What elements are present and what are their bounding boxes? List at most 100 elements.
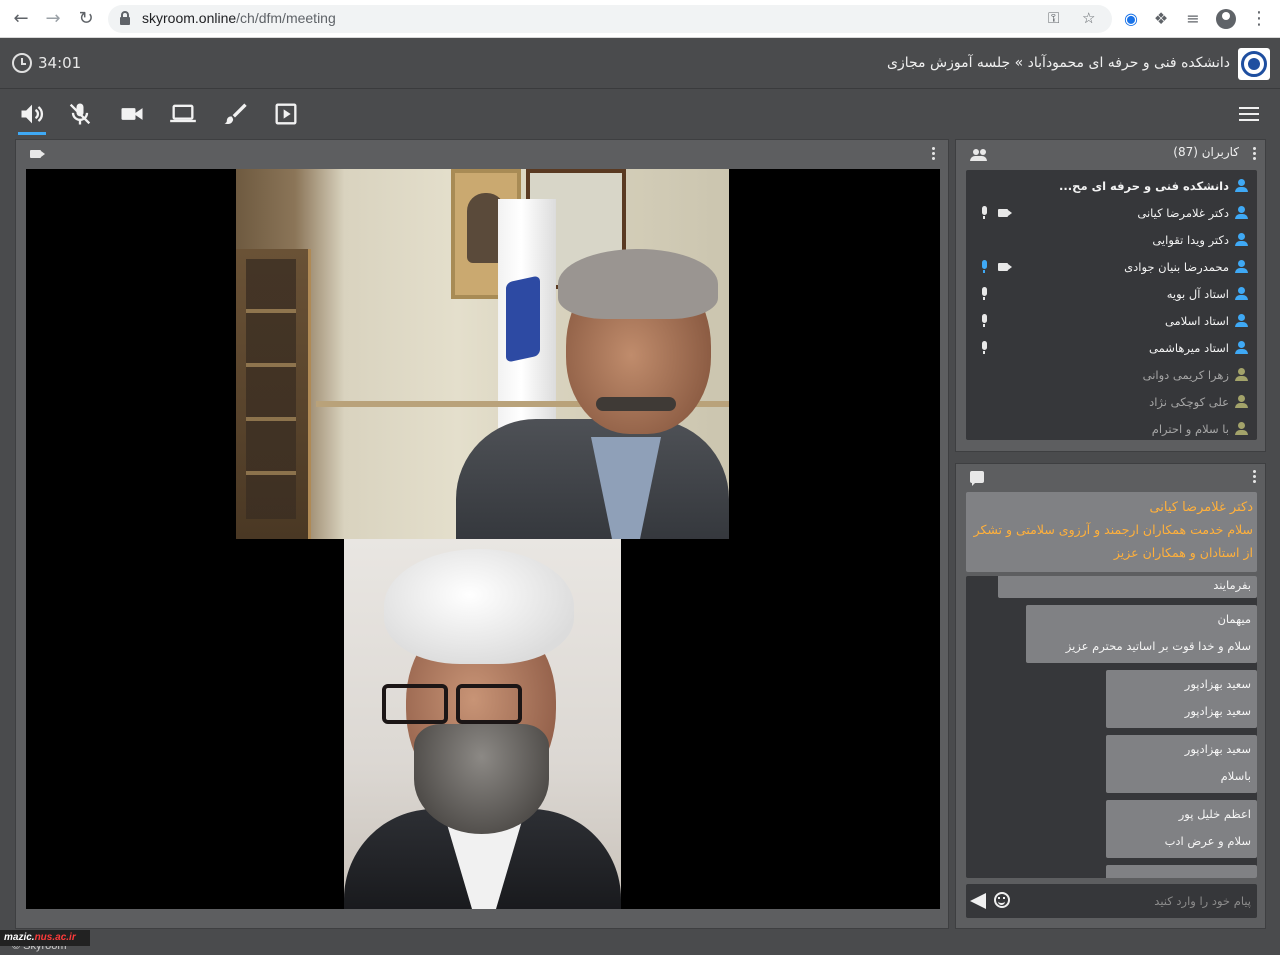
chat-message: سعید بهزادپور باسلام [1106, 735, 1257, 793]
user-row[interactable]: با سلام و احترام [966, 416, 1257, 440]
user-name: محمدرضا بنیان جوادی [1124, 260, 1229, 274]
message-text: سعید بهزادپور [1184, 704, 1251, 718]
chat-input-row [966, 884, 1257, 918]
user-row[interactable]: محمدرضا بنیان جوادی [966, 254, 1257, 281]
user-name: استاد اسلامی [1164, 314, 1229, 328]
chat-input[interactable] [1016, 888, 1251, 914]
user-name: استاد میرهاشمی [1149, 341, 1229, 355]
message-text: سلام و خدا قوت بر اساتید محترم عزیز [1065, 639, 1251, 653]
mic-icon [980, 341, 988, 355]
star-icon[interactable]: ☆ [1082, 9, 1095, 27]
chat-icon [970, 471, 984, 486]
pinned-message: دکتر غلامرضا کیانی سلام خدمت همکاران ارج… [966, 492, 1257, 572]
clock-icon [12, 53, 32, 73]
user-name: دکتر ویدا تقوایی [1152, 233, 1229, 247]
camera-icon [998, 263, 1012, 271]
users-options-icon[interactable] [1253, 147, 1257, 161]
chat-messages[interactable]: بفرمایند میهمان سلام و خدا قوت بر اساتید م… [966, 576, 1257, 878]
watermark-domain: mazic. [4, 932, 35, 943]
mic-off-icon[interactable] [66, 100, 94, 128]
user-name: علی کوچکی نژاد [1149, 395, 1229, 409]
person-icon [1235, 422, 1248, 435]
profile-avatar-icon[interactable] [1216, 9, 1236, 29]
pinned-sender: دکتر غلامرضا کیانی [1149, 500, 1253, 515]
chat-message: میهمان سلام و خدا قوت بر اساتید محترم عزی… [1026, 605, 1257, 663]
message-text: سلام و عرض ادب [1164, 834, 1251, 848]
user-row[interactable]: زهرا کریمی دوانی [966, 362, 1257, 389]
video-camera-icon [30, 150, 45, 158]
translate-extension-icon[interactable]: ◉ [1120, 8, 1142, 30]
mic-icon [980, 287, 988, 301]
person-icon [1235, 179, 1248, 192]
college-logo [1238, 48, 1270, 80]
presentation-play-icon[interactable] [272, 100, 300, 128]
users-list: دانشکده فنی و حرفه ای مح... دکتر غلامرضا … [966, 170, 1257, 440]
user-name: استاد آل بویه [1166, 287, 1229, 301]
screen-share-icon[interactable] [169, 100, 197, 128]
camera-icon [998, 209, 1012, 217]
users-icon [970, 149, 988, 161]
back-arrow-icon[interactable]: ← [10, 8, 32, 30]
pinned-text: سلام خدمت همکاران ارجمند و آرزوی سلامتی … [973, 522, 1253, 560]
person-icon [1235, 368, 1248, 381]
puzzle-extensions-icon[interactable]: ❖ [1150, 8, 1172, 30]
message-sender: سعید بهزادپور [1184, 742, 1251, 756]
user-row[interactable]: استاد میرهاشمی [966, 335, 1257, 362]
address-bar[interactable]: skyroom.online/ch/dfm/meeting ⚿ ☆ [108, 5, 1112, 33]
person-icon [1235, 341, 1248, 354]
video-options-icon[interactable] [932, 147, 936, 161]
chat-message-partial [1106, 865, 1257, 878]
chat-options-icon[interactable] [1253, 470, 1257, 484]
users-panel-title: کاربران (87) [1173, 145, 1239, 159]
message-sender: میهمان [1217, 612, 1251, 626]
browser-menu-icon[interactable]: ⋮ [1250, 8, 1268, 29]
person-icon [1235, 395, 1248, 408]
person-icon [1235, 260, 1248, 273]
user-name: دکتر غلامرضا کیانی [1137, 206, 1229, 220]
watermark-highlight: nus.ac.ir [34, 932, 76, 943]
participant-video-1[interactable] [236, 169, 729, 539]
user-row[interactable]: استاد اسلامی [966, 308, 1257, 335]
chat-message: اعظم خلیل پور سلام و عرض ادب [1106, 800, 1257, 858]
person-icon [1235, 314, 1248, 327]
send-icon[interactable] [970, 893, 986, 909]
message-text: باسلام [1220, 769, 1251, 783]
user-row[interactable]: دکتر ویدا تقوایی [966, 227, 1257, 254]
message-sender: اعظم خلیل پور [1178, 807, 1251, 821]
user-row[interactable]: دانشکده فنی و حرفه ای مح... [966, 173, 1257, 200]
whiteboard-brush-icon[interactable] [221, 100, 249, 128]
user-row[interactable]: علی کوچکی نژاد [966, 389, 1257, 416]
mic-icon [980, 314, 988, 328]
participant-video-2[interactable] [344, 539, 621, 909]
mic-icon [980, 206, 988, 220]
reload-icon[interactable]: ↻ [75, 8, 97, 30]
watermark: mazic.nus.ac.ir [0, 930, 90, 946]
person-icon [1235, 287, 1248, 300]
message-text: بفرمایند [1213, 578, 1251, 592]
user-name: با سلام و احترام [1151, 422, 1229, 436]
meeting-header: 34:01 دانشکده فنی و حرفه ای محمودآباد » … [0, 38, 1280, 89]
url-text[interactable]: skyroom.online/ch/dfm/meeting [142, 10, 336, 26]
user-row[interactable]: دکتر غلامرضا کیانی [966, 200, 1257, 227]
speaker-volume-icon[interactable] [18, 100, 46, 135]
meeting-title: دانشکده فنی و حرفه ای محمودآباد » جلسه آ… [887, 55, 1230, 71]
forward-arrow-icon[interactable]: → [42, 8, 64, 30]
chat-panel: دکتر غلامرضا کیانی سلام خدمت همکاران ارج… [955, 463, 1266, 929]
user-name: زهرا کریمی دوانی [1142, 368, 1229, 382]
main-menu-icon[interactable] [1239, 107, 1259, 121]
video-panel-header [16, 140, 948, 168]
user-row[interactable]: استاد آل بویه [966, 281, 1257, 308]
message-sender: سعید بهزادپور [1184, 677, 1251, 691]
user-name: دانشکده فنی و حرفه ای مح... [1059, 179, 1229, 193]
emoji-icon[interactable] [994, 892, 1010, 908]
session-timer: 34:01 [38, 54, 82, 72]
chat-message: سعید بهزادپور سعید بهزادپور [1106, 670, 1257, 728]
chat-message: بفرمایند [998, 576, 1257, 598]
camera-icon[interactable] [118, 100, 146, 128]
video-panel [15, 139, 949, 929]
person-icon [1235, 206, 1248, 219]
lock-icon[interactable] [120, 11, 130, 25]
video-stage [26, 169, 940, 909]
key-icon[interactable]: ⚿ [1048, 9, 1059, 27]
media-queue-icon[interactable]: ≡ [1182, 8, 1204, 30]
